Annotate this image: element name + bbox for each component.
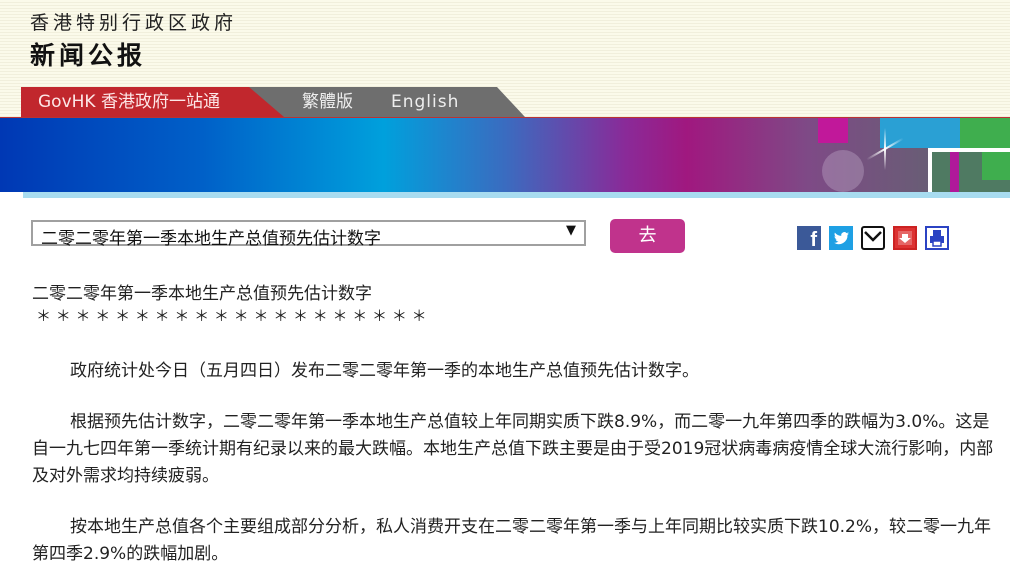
article-paragraph: 按本地生产总值各个主要组成部分分析，私人消费开支在二零二零年第一季与上年同期比较…: [32, 517, 992, 564]
top-nav: GovHK 香港政府一站通 繁體版 English: [21, 87, 531, 117]
download-icon[interactable]: [893, 226, 917, 250]
title-separator: ＊ ＊ ＊ ＊ ＊ ＊ ＊ ＊ ＊ ＊ ＊ ＊ ＊ ＊ ＊ ＊ ＊ ＊ ＊ ＊: [36, 307, 427, 325]
banner-decoration: [950, 152, 959, 193]
select-value: 二零二零年第一季本地生产总值预先估计数字: [41, 229, 381, 249]
banner-decoration: [822, 150, 864, 192]
banner-decoration: [928, 148, 1010, 193]
banner-decoration: [960, 118, 1010, 148]
banner-underline: [23, 192, 1010, 198]
email-icon[interactable]: [861, 226, 885, 250]
traditional-chinese-link[interactable]: 繁體版: [302, 87, 353, 117]
article-paragraph: 根据预先估计数字，二零二零年第一季本地生产总值较上年同期实质下跌8.9%，而二零…: [32, 412, 994, 486]
english-link[interactable]: English: [391, 87, 459, 117]
banner-decoration: [818, 118, 848, 143]
site-header: 香港特别行政区政府 新闻公报 GovHK 香港政府一站通 繁體版 English: [0, 0, 1010, 117]
press-release-select[interactable]: 二零二零年第一季本地生产总值预先估计数字 ▼: [31, 220, 586, 249]
article-title: 二零二零年第一季本地生产总值预先估计数字: [32, 284, 372, 304]
twitter-icon[interactable]: [829, 226, 853, 250]
banner-decoration: [982, 152, 1010, 180]
dropdown-arrow-icon: ▼: [566, 223, 576, 238]
print-icon[interactable]: [925, 226, 949, 250]
language-tabs: 繁體版 English: [249, 87, 525, 117]
article-body: 二零二零年第一季本地生产总值预先估计数字 ＊ ＊ ＊ ＊ ＊ ＊ ＊ ＊ ＊ ＊…: [32, 282, 997, 568]
government-name: 香港特别行政区政府: [30, 12, 238, 34]
press-releases-title[interactable]: 新闻公报: [30, 36, 146, 72]
sparkle-icon: [870, 128, 900, 170]
facebook-icon[interactable]: f: [797, 226, 821, 251]
go-button[interactable]: 去: [610, 219, 685, 253]
article-paragraph: 政府统计处今日（五月四日）发布二零二零年第一季的本地生产总值预先估计数字。: [70, 361, 699, 381]
header-banner: [0, 117, 1010, 193]
govhk-link[interactable]: GovHK 香港政府一站通: [21, 87, 286, 117]
